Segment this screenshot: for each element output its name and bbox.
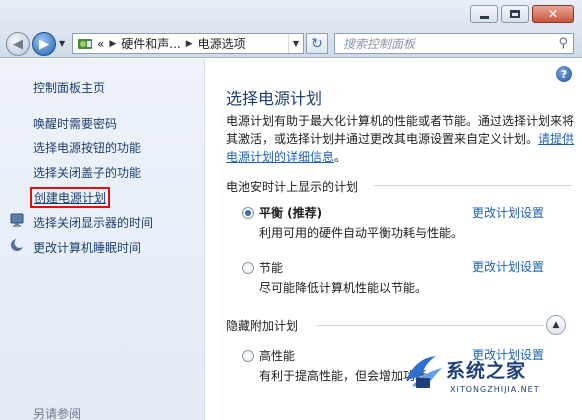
sidebar-item-require-password[interactable]: 唤醒时需要密码: [33, 115, 117, 132]
plan-balanced-description: 利用可用的硬件自动平衡功耗与性能。: [259, 226, 464, 240]
maximize-icon: [510, 10, 520, 18]
page-description: 电源计划有助于最大化计算机的性能或者节能。通过选择计划来将其激活，或选择计划并通…: [226, 112, 576, 166]
plan-power-saver-label: 节能: [259, 261, 284, 275]
search-box[interactable]: 搜索控制面板 ⚲: [334, 33, 574, 54]
description-tail: 。: [334, 150, 347, 164]
plan-power-saver-radio[interactable]: 节能: [242, 259, 283, 276]
maximize-button[interactable]: [501, 5, 529, 23]
navigation-bar: ◀ ▶ ▼ « ▶ 硬件和声... ▶ 电源选项 ▼ ↻ 搜索控制面板 ⚲: [0, 30, 582, 58]
breadcrumb-separator-icon[interactable]: ▶: [186, 39, 193, 49]
recent-pages-dropdown[interactable]: ▼: [59, 39, 65, 48]
breadcrumb-separator-icon[interactable]: ▶: [109, 39, 116, 49]
hidden-plans-heading: 隐藏附加计划: [226, 319, 299, 333]
control-panel-icon: [78, 38, 92, 49]
window-controls: ✕: [470, 5, 574, 23]
display-settings-icon: [10, 213, 24, 227]
sidebar-item-power-button[interactable]: 选择电源按钮的功能: [33, 139, 141, 156]
close-button[interactable]: ✕: [532, 5, 574, 23]
change-plan-settings-balanced[interactable]: 更改计划设置: [472, 204, 544, 221]
left-navigation-pane: 控制面板主页 唤醒时需要密码 选择电源按钮的功能 选择关闭盖子的功能 创建电源计…: [0, 59, 205, 420]
forward-button[interactable]: ▶: [32, 32, 56, 56]
plan-balanced-label: 平衡 (推荐): [259, 206, 323, 220]
plan-high-performance-radio[interactable]: 高性能: [242, 347, 295, 364]
plan-balanced-radio[interactable]: 平衡 (推荐): [242, 204, 322, 221]
watermark-site: XITONGZHIJIA.NET: [450, 385, 540, 394]
forward-arrow-icon: ▶: [39, 36, 49, 52]
battery-plans-heading: 电池安时计上显示的计划: [226, 180, 359, 194]
change-plan-settings-power-saver[interactable]: 更改计划设置: [472, 258, 544, 275]
sidebar-item-create-plan[interactable]: 创建电源计划: [30, 187, 111, 208]
sidebar-item-display-off[interactable]: 选择关闭显示器的时间: [33, 214, 153, 231]
refresh-button[interactable]: ↻: [306, 33, 328, 54]
search-icon[interactable]: ⚲: [558, 36, 568, 51]
description-text: 电源计划有助于最大化计算机的性能或者节能。通过选择计划来将其激活，或选择计划并通…: [226, 114, 575, 146]
title-bar: ✕: [0, 0, 582, 30]
radio-unselected-icon[interactable]: [242, 349, 254, 362]
control-panel-home-link[interactable]: 控制面板主页: [33, 79, 105, 96]
search-placeholder: 搜索控制面板: [343, 37, 416, 51]
watermark: 系统之家 XITONGZHIJIA.NET: [384, 350, 582, 420]
plan-high-performance-label: 高性能: [259, 349, 296, 363]
minimize-button[interactable]: [470, 5, 498, 23]
back-button[interactable]: ◀: [6, 32, 30, 56]
help-icon[interactable]: ?: [556, 66, 572, 82]
watermark-logo-icon: [406, 356, 442, 388]
refresh-icon: ↻: [311, 35, 323, 52]
minimize-icon: [479, 15, 489, 19]
radio-selected-icon[interactable]: [242, 206, 254, 219]
address-dropdown-icon[interactable]: ▼: [288, 34, 303, 53]
radio-unselected-icon[interactable]: [242, 261, 254, 274]
section-divider: [316, 325, 544, 326]
sidebar-item-sleep-time[interactable]: 更改计算机睡眠时间: [33, 239, 141, 256]
close-icon: ✕: [547, 7, 559, 21]
breadcrumb-hardware[interactable]: 硬件和声...: [121, 35, 180, 52]
section-divider: [374, 185, 572, 186]
collapse-chevron-up-icon[interactable]: ▲: [546, 315, 566, 335]
breadcrumb-overflow[interactable]: «: [97, 37, 104, 51]
sidebar-item-lid-close[interactable]: 选择关闭盖子的功能: [33, 164, 141, 181]
back-arrow-icon: ◀: [13, 36, 23, 52]
page-title: 选择电源计划: [226, 89, 323, 108]
see-also-heading: 另请参阅: [33, 407, 82, 420]
address-bar[interactable]: « ▶ 硬件和声... ▶ 电源选项 ▼: [72, 33, 304, 54]
plan-power-saver-description: 尽可能降低计算机性能以节能。: [259, 281, 428, 295]
sleep-moon-icon: [11, 238, 25, 251]
breadcrumb-power-options[interactable]: 电源选项: [198, 35, 246, 52]
watermark-brand: 系统之家: [446, 360, 527, 382]
